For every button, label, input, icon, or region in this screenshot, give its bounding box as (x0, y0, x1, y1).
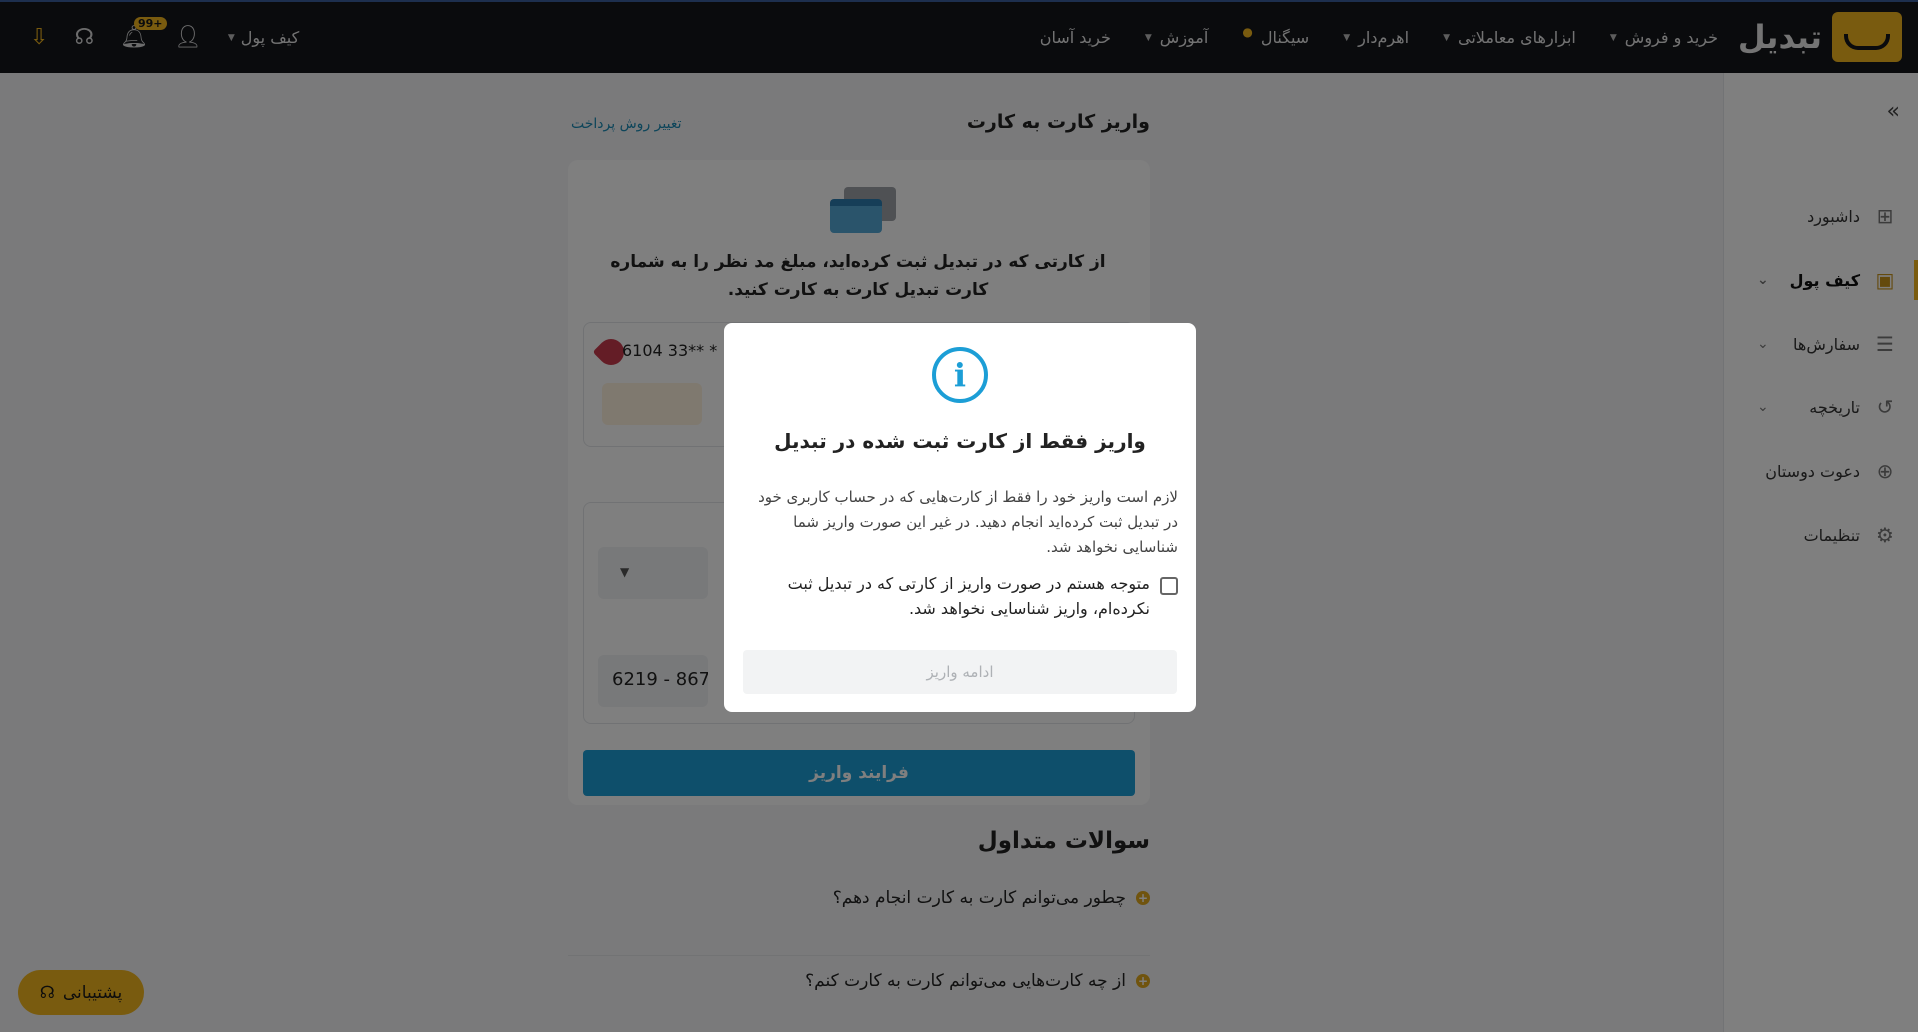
info-icon: i (932, 347, 988, 403)
acknowledge-row[interactable]: متوجه هستم در صورت واریز از کارتی که در … (742, 571, 1178, 621)
modal-body-text: لازم است واریز خود را فقط از کارت‌هایی ک… (758, 488, 1178, 556)
modal-title: واریز فقط از کارت ثبت شده در تبدیل (774, 429, 1146, 453)
registered-card-modal: i واریز فقط از کارت ثبت شده در تبدیل لاز… (724, 323, 1196, 712)
continue-deposit-button[interactable]: ادامه واریز (743, 650, 1177, 694)
acknowledge-checkbox[interactable] (1160, 577, 1178, 595)
acknowledge-label[interactable]: متوجه هستم در صورت واریز از کارتی که در … (742, 571, 1150, 621)
